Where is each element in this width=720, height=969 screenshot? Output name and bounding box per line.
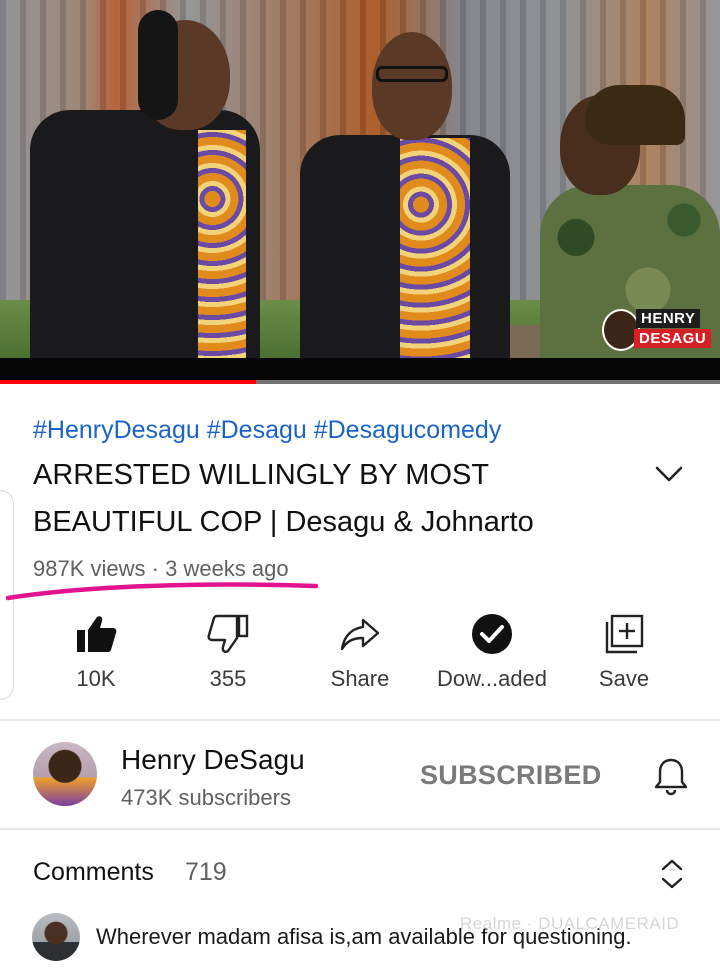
channel-watermark-logo: HENRY DESAGU — [602, 307, 718, 353]
chevron-down-icon[interactable] — [652, 460, 686, 488]
comments-section[interactable]: Comments 719 Wherever madam afisa is,am … — [0, 832, 720, 969]
video-person-middle — [290, 20, 520, 360]
thumbs-up-filled-icon — [77, 616, 117, 652]
download-button[interactable]: Dow...aded — [426, 600, 558, 710]
subscriber-count: 473K subscribers — [121, 785, 291, 810]
commenter-avatar[interactable] — [32, 913, 80, 961]
channel-avatar[interactable] — [33, 742, 97, 806]
expand-collapse-icon[interactable] — [656, 854, 688, 894]
save-button[interactable]: Save — [558, 600, 690, 710]
video-frame: HENRY DESAGU — [0, 0, 720, 384]
action-bar: 10K 355 Share Dow...aded Save — [0, 600, 720, 710]
share-arrow-icon — [340, 618, 380, 651]
add-to-playlist-icon — [605, 614, 644, 654]
video-title[interactable]: ARRESTED WILLINGLY BY MOST BEAUTIFUL COP… — [33, 452, 633, 546]
subscribed-button[interactable]: SUBSCRIBED — [420, 760, 602, 791]
comments-count: 719 — [185, 858, 227, 886]
hashtags-link[interactable]: #HenryDesagu #Desagu #Desagucomedy — [33, 416, 501, 445]
video-person-left — [20, 0, 280, 360]
thumbs-down-icon — [207, 614, 249, 653]
dislike-button[interactable]: 355 — [162, 600, 294, 710]
channel-row[interactable]: Henry DeSagu 473K subscribers SUBSCRIBED — [0, 722, 720, 828]
like-button[interactable]: 10K — [30, 600, 162, 710]
camera-watermark: Realme · DUALCAMERAID — [460, 914, 680, 933]
channel-name[interactable]: Henry DeSagu — [121, 744, 305, 776]
downloaded-check-icon — [472, 614, 512, 654]
video-progress-fill — [0, 380, 256, 384]
comments-label: Comments — [33, 858, 154, 886]
video-player[interactable]: HENRY DESAGU — [0, 0, 720, 384]
video-progress-bar[interactable] — [0, 380, 720, 384]
share-button[interactable]: Share — [294, 600, 426, 710]
notification-bell-icon[interactable] — [652, 756, 690, 796]
